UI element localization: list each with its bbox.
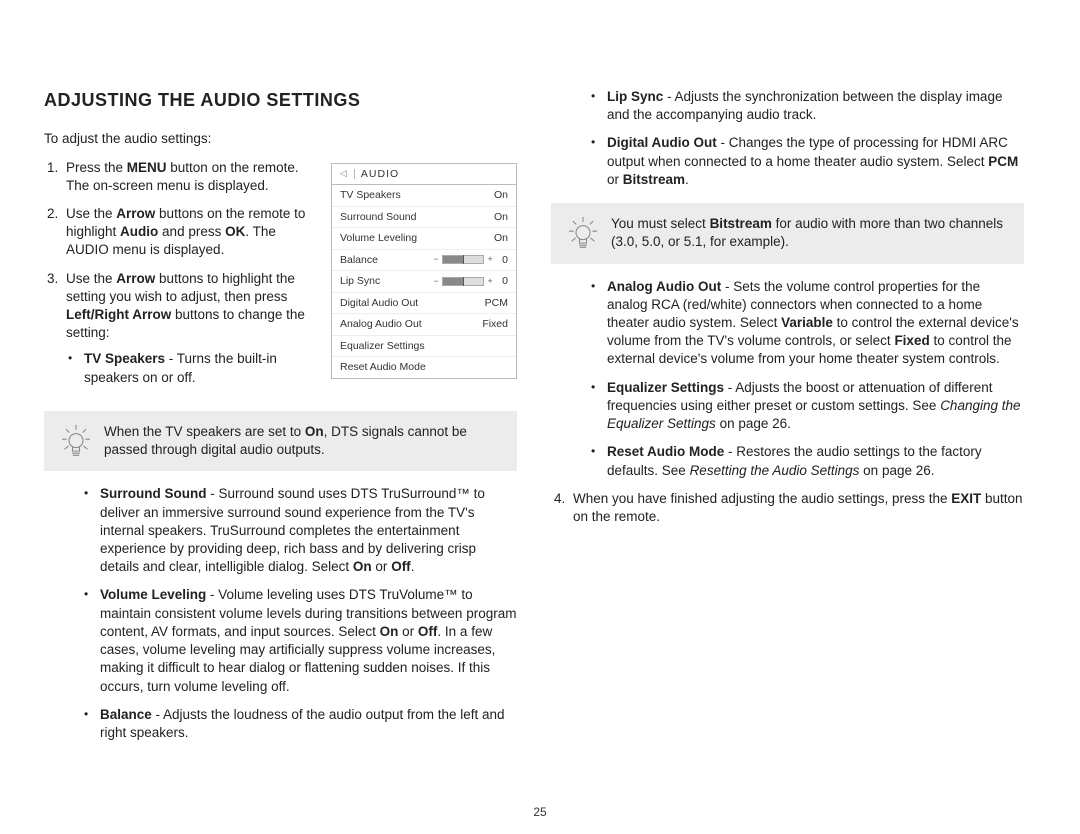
lightbulb-icon — [569, 217, 597, 251]
item-analog-audio-out: Analog Audio Out - Sets the volume contr… — [589, 278, 1024, 369]
menu-row-digitalaudioout: Digital Audio Out PCM — [332, 293, 516, 315]
menu-row-lipsync: Lip Sync −+ 0 — [332, 271, 516, 293]
menu-row-tvspeakers: TV Speakers On — [332, 185, 516, 207]
back-icon: ◁ — [340, 169, 348, 178]
menu-row-balance: Balance −+ 0 — [332, 250, 516, 272]
lightbulb-icon — [62, 425, 90, 459]
audio-menu-title: AUDIO — [361, 169, 399, 180]
tip-dts-passthrough: When the TV speakers are set to On, DTS … — [44, 411, 517, 471]
item-tv-speakers: TV Speakers - Turns the built-in speaker… — [66, 350, 517, 386]
section-title: ADJUSTING THE AUDIO SETTINGS — [44, 88, 517, 112]
item-digital-audio-out: Digital Audio Out - Changes the type of … — [589, 134, 1024, 189]
item-equalizer-settings: Equalizer Settings - Adjusts the boost o… — [589, 379, 1024, 434]
item-balance: Balance - Adjusts the loudness of the au… — [82, 706, 517, 742]
audio-menu-header: ◁ AUDIO — [332, 164, 516, 186]
item-lip-sync: Lip Sync - Adjusts the synchronization b… — [589, 88, 1024, 124]
balance-slider: −+ 0 — [432, 255, 508, 266]
step-4: When you have finished adjusting the aud… — [569, 490, 1024, 526]
item-reset-audio-mode: Reset Audio Mode - Restores the audio se… — [589, 443, 1024, 479]
menu-row-surround: Surround Sound On — [332, 207, 516, 229]
page-number: 25 — [0, 804, 1080, 820]
intro-text: To adjust the audio settings: — [44, 130, 517, 148]
audio-menu-figure: ◁ AUDIO TV Speakers On Surround Sound On… — [331, 163, 517, 379]
menu-row-analogaudioout: Analog Audio Out Fixed — [332, 314, 516, 336]
lipsync-slider: −+ 0 — [432, 276, 508, 287]
menu-row-volumeleveling: Volume Leveling On — [332, 228, 516, 250]
item-volume-leveling: Volume Leveling - Volume leveling uses D… — [82, 586, 517, 695]
tip-bitstream: You must select Bitstream for audio with… — [551, 203, 1024, 263]
item-surround-sound: Surround Sound - Surround sound uses DTS… — [82, 485, 517, 576]
steps-list-cont: When you have finished adjusting the aud… — [551, 490, 1024, 526]
manual-page: ADJUSTING THE AUDIO SETTINGS To adjust t… — [0, 0, 1080, 750]
